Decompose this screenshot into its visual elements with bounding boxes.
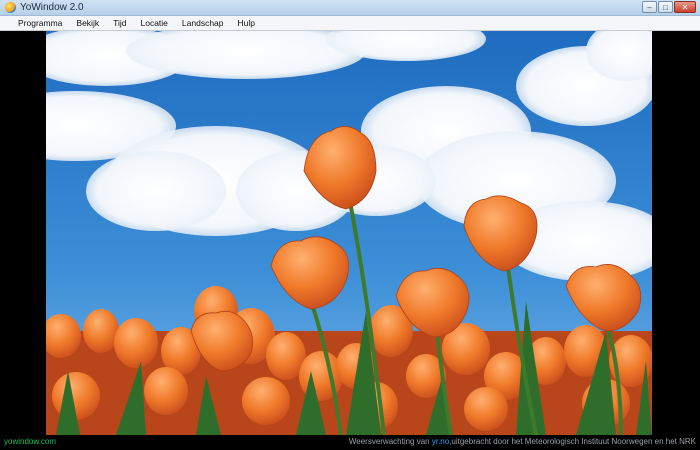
window-controls: – □ ✕ [642, 1, 696, 13]
weather-scene[interactable] [46, 31, 652, 435]
maximize-button[interactable]: □ [658, 1, 673, 13]
menu-locatie[interactable]: Locatie [133, 16, 174, 30]
credit-prefix: Weersverwachting van [348, 437, 432, 446]
menu-bekijk[interactable]: Bekijk [69, 16, 106, 30]
minimize-button[interactable]: – [642, 1, 657, 13]
yowindow-link[interactable]: yowindow.com [4, 437, 56, 446]
menu-tijd[interactable]: Tijd [106, 16, 133, 30]
window-title: YoWindow 2.0 [20, 2, 84, 13]
close-button[interactable]: ✕ [674, 1, 696, 13]
title-bar[interactable]: YoWindow 2.0 – □ ✕ [0, 0, 700, 16]
menu-landschap[interactable]: Landschap [175, 16, 231, 30]
app-window: YoWindow 2.0 – □ ✕ Programma Bekijk Tijd… [0, 0, 700, 450]
menu-bar: Programma Bekijk Tijd Locatie Landschap … [0, 16, 700, 31]
credit-suffix: ,uitgebracht door het Meteorologisch Ins… [449, 437, 696, 446]
forecast-credit: Weersverwachting van yr.no,uitgebracht d… [349, 437, 696, 446]
app-icon [5, 2, 16, 13]
menu-programma[interactable]: Programma [0, 16, 69, 30]
tulip-landscape-image [46, 31, 652, 435]
yr-link[interactable]: yr.no [432, 437, 449, 446]
menu-hulp[interactable]: Hulp [231, 16, 262, 30]
